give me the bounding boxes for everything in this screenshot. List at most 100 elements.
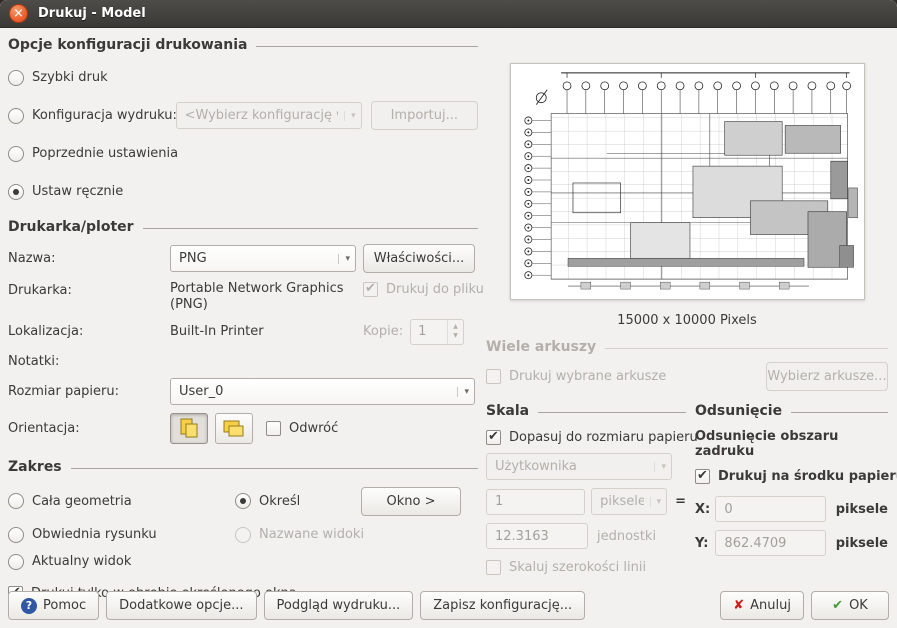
radio-quick-print-label: Szybki druk bbox=[32, 70, 108, 85]
scale-mode-value: Użytkownika bbox=[495, 459, 648, 474]
offset-y-row: Y: 862.4709 piksele bbox=[695, 530, 888, 556]
x-unit-label: piksele bbox=[836, 502, 888, 517]
checkbox-reverse[interactable]: Odwróć bbox=[266, 421, 338, 436]
ok-check-icon: ✔ bbox=[832, 598, 843, 613]
checkbox-print-selected-sheets: Drukuj wybrane arkusze bbox=[486, 369, 666, 384]
row-print-config: Konfiguracja wydruku: <Wybierz konfigura… bbox=[8, 102, 478, 129]
section-rule bbox=[143, 228, 478, 229]
scale-offset-area: Skala Dopasuj do rozmiaru papieru Użytko… bbox=[486, 403, 888, 588]
save-config-button[interactable]: Zapisz konfigurację... bbox=[420, 591, 585, 620]
radio-indicator bbox=[8, 70, 24, 86]
x-label: X: bbox=[695, 502, 715, 517]
radio-previous-settings[interactable]: Poprzednie ustawienia bbox=[8, 146, 178, 162]
row-sheets: Drukuj wybrane arkusze Wybierz arkusze..… bbox=[486, 362, 888, 391]
checkbox-indicator bbox=[486, 369, 501, 384]
section-title: Zakres bbox=[8, 459, 62, 475]
print-preview-button[interactable]: Podgląd wydruku... bbox=[264, 591, 414, 620]
row-location: Lokalizacja: Built-In Printer Kopie: 1 ▲… bbox=[8, 318, 478, 346]
section-title: Wiele arkuszy bbox=[486, 339, 596, 355]
fit-to-paper-label: Dopasuj do rozmiaru papieru bbox=[509, 430, 698, 445]
window-title: Drukuj - Model bbox=[38, 6, 146, 21]
row-manual: Ustaw ręcznie bbox=[8, 178, 478, 205]
print-selected-sheets-label: Drukuj wybrane arkusze bbox=[509, 369, 666, 384]
chevron-down-icon: ▾ bbox=[457, 387, 469, 397]
footer: ? Pomoc Dodatkowe opcje... Podgląd wydru… bbox=[8, 591, 889, 620]
offset-area-label: Odsunięcie obszaru zadruku bbox=[695, 429, 888, 459]
printer-value: Portable Network Graphics (PNG) bbox=[170, 277, 356, 314]
help-button-label: Pomoc bbox=[43, 598, 86, 613]
row-printer-desc: Drukarka: Portable Network Graphics (PNG… bbox=[8, 277, 478, 314]
row-printer-name: Nazwa: PNG ▾ Właściwości... bbox=[8, 244, 478, 273]
row-paper-size: Rozmiar papieru: User_0 ▾ bbox=[8, 378, 478, 406]
scale-unit-select: piksele ▾ bbox=[591, 488, 667, 515]
checkbox-indicator bbox=[486, 430, 501, 445]
section-title: Skala bbox=[486, 403, 529, 419]
more-options-button[interactable]: Dodatkowe opcje... bbox=[106, 591, 256, 620]
spin-up-icon: ▲ bbox=[453, 323, 458, 331]
radio-indicator bbox=[235, 527, 251, 543]
radio-print-config[interactable]: Konfiguracja wydruku: bbox=[8, 108, 176, 124]
units-label: jednostki bbox=[597, 529, 656, 544]
orientation-portrait-button[interactable] bbox=[170, 413, 208, 444]
titlebar[interactable]: × Drukuj - Model bbox=[0, 0, 897, 28]
radio-extents[interactable]: Obwiednia rysunku bbox=[8, 527, 235, 543]
printer-name-value: PNG bbox=[179, 251, 332, 266]
radio-indicator bbox=[235, 493, 251, 509]
radio-all-geometry[interactable]: Cała geometria bbox=[8, 493, 235, 509]
select-sheets-button: Wybierz arkusze... bbox=[766, 362, 888, 391]
equals-sign: = bbox=[675, 494, 686, 509]
checkbox-scale-line-widths: Skaluj szerokości linii bbox=[486, 560, 646, 575]
row-orientation: Orientacja: Odwróć bbox=[8, 413, 478, 444]
section-title: Opcje konfiguracji drukowania bbox=[8, 37, 247, 53]
window-select-button[interactable]: Okno > bbox=[361, 487, 461, 516]
spin-down-icon: ▼ bbox=[453, 332, 458, 340]
paper-size-label: Rozmiar papieru: bbox=[8, 384, 170, 399]
radio-specify[interactable]: Określ bbox=[235, 493, 361, 509]
radio-previous-settings-label: Poprzednie ustawienia bbox=[32, 146, 178, 161]
config-select-value: <Wybierz konfigurację wyc bbox=[185, 108, 338, 123]
paper-size-select[interactable]: User_0 ▾ bbox=[170, 378, 475, 405]
cancel-button[interactable]: ✘ Anuluj bbox=[720, 591, 804, 620]
orientation-landscape-button[interactable] bbox=[215, 413, 253, 444]
checkbox-indicator bbox=[266, 421, 281, 436]
orientation-label: Orientacja: bbox=[8, 421, 170, 436]
scale-units-input: 12.3163 bbox=[486, 523, 588, 549]
radio-indicator bbox=[8, 184, 24, 200]
radio-indicator bbox=[8, 554, 24, 570]
radio-named-views: Nazwane widoki bbox=[235, 527, 361, 543]
section-rule bbox=[791, 412, 888, 413]
print-preview-image bbox=[511, 64, 864, 299]
row-notes: Notatki: bbox=[8, 350, 478, 374]
import-button: Importuj... bbox=[371, 101, 478, 130]
properties-button[interactable]: Właściwości... bbox=[363, 244, 475, 273]
section-rule bbox=[605, 348, 888, 349]
ok-button-label: OK bbox=[849, 598, 868, 613]
checkbox-center-on-paper[interactable]: Drukuj na środku papieru bbox=[695, 469, 897, 484]
preview-size-text: 15000 x 10000 Pixels bbox=[486, 313, 888, 328]
print-dialog: × Drukuj - Model Opcje konfiguracji druk… bbox=[0, 0, 897, 628]
portrait-pages-icon bbox=[178, 418, 200, 438]
radio-print-config-label: Konfiguracja wydruku: bbox=[32, 108, 177, 123]
row-previous-settings: Poprzednie ustawienia bbox=[8, 140, 478, 167]
section-rule bbox=[538, 412, 686, 413]
printer-name-select[interactable]: PNG ▾ bbox=[170, 245, 356, 272]
offset-x-row: X: 0 piksele bbox=[695, 496, 888, 522]
checkbox-print-to-file: Drukuj do pliku bbox=[363, 282, 484, 297]
radio-manual[interactable]: Ustaw ręcznie bbox=[8, 184, 170, 200]
print-to-file-label: Drukuj do pliku bbox=[386, 282, 484, 297]
radio-current-view[interactable]: Aktualny widok bbox=[8, 554, 235, 570]
radio-quick-print[interactable]: Szybki druk bbox=[8, 70, 170, 86]
chevron-down-icon: ▾ bbox=[344, 111, 356, 121]
y-label: Y: bbox=[695, 536, 715, 551]
close-button[interactable]: × bbox=[9, 4, 28, 23]
ok-button[interactable]: ✔ OK bbox=[811, 591, 889, 620]
section-printer: Drukarka/ploter bbox=[8, 219, 478, 235]
section-range: Zakres bbox=[8, 459, 478, 475]
scale-unit-value: piksele bbox=[600, 494, 643, 509]
checkbox-indicator bbox=[486, 560, 501, 575]
help-button[interactable]: ? Pomoc bbox=[8, 591, 99, 620]
print-preview bbox=[510, 63, 865, 300]
range-options: Cała geometria Określ Okno > Obwiednia r… bbox=[8, 487, 478, 570]
checkbox-fit-to-paper[interactable]: Dopasuj do rozmiaru papieru bbox=[486, 430, 698, 445]
location-value: Built-In Printer bbox=[170, 324, 264, 339]
